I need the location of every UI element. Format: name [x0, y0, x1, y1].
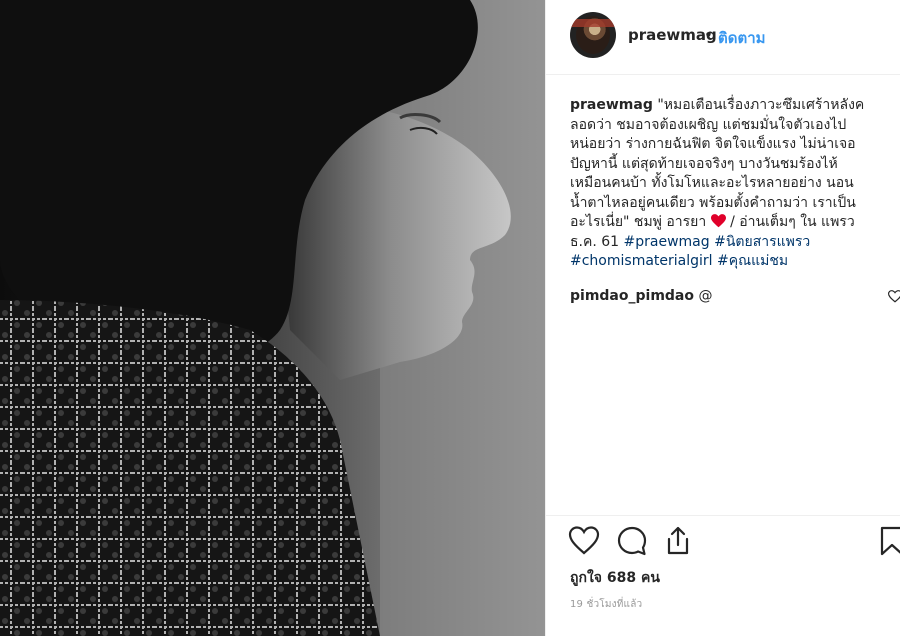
follow-button[interactable]: ติดตาม [718, 26, 766, 50]
bookmark-icon[interactable] [876, 525, 900, 557]
post-header: praewmag • ติดตาม [546, 0, 900, 75]
actions-divider [546, 515, 900, 516]
share-icon[interactable] [662, 525, 694, 557]
hashtag-link[interactable]: #นิตยสารแพรว [714, 234, 810, 250]
caption-line: อะไรเนี่ย" ชมพู่ อารยา [570, 214, 711, 230]
red-heart-icon [710, 214, 726, 228]
hashtag-link[interactable]: #praewmag [624, 234, 710, 250]
hashtag-link[interactable]: #คุณแม่ชม [717, 253, 788, 269]
caption-line: น้ำตาไหลอยู่คนเดียว พร้อมตั้งคำถามว่า เร… [570, 194, 856, 211]
separator-dot: • [704, 26, 713, 44]
caption-line: / อ่านเต็มๆ ใน แพรว [725, 214, 855, 230]
caption-line: หน่อยว่า ร่างกายฉันฟิต จิตใจแข็งแรง ไม่น… [570, 136, 856, 152]
caption-line: เหมือนคนบ้า ทั้งโมโหและอะไรหลายอย่าง นอน [570, 175, 854, 191]
caption-line: ลอดว่า ชมอาจต้องเผชิญ แต่ชมมั่นใจตัวเองไ… [570, 116, 847, 133]
post-photo[interactable] [0, 0, 545, 636]
heart-icon[interactable] [568, 525, 600, 557]
hashtag-link[interactable]: #chomismaterialgirl [570, 253, 713, 269]
post-side-panel: praewmag • ติดตาม praewmag "หมอเตือนเรื่… [545, 0, 900, 636]
comment-username[interactable]: pimdao_pimdao [570, 288, 694, 304]
portrait-image [0, 0, 545, 636]
avatar[interactable] [570, 12, 616, 58]
comment-text: @ [694, 288, 713, 304]
likes-count[interactable]: ถูกใจ 688 คน [570, 567, 660, 589]
post-caption: praewmag "หมอเตือนเรื่องภาวะซึมเศร้าหลัง… [570, 96, 888, 272]
comment-row: pimdao_pimdao @ [570, 288, 712, 304]
caption-line: ปัญหานี้ แต่สุดท้ายเจอจริงๆ บางวันชมร้อง… [570, 155, 838, 172]
comment-like-icon[interactable] [888, 290, 900, 303]
caption-line: ธ.ค. 61 [570, 233, 624, 250]
caption-username[interactable]: praewmag [570, 97, 653, 113]
caption-line: "หมอเตือนเรื่องภาวะซึมเศร้าหลังค [657, 97, 865, 113]
comment-icon[interactable] [616, 525, 648, 557]
post-timestamp: 19 ชั่วโมงที่แล้ว [570, 599, 643, 610]
